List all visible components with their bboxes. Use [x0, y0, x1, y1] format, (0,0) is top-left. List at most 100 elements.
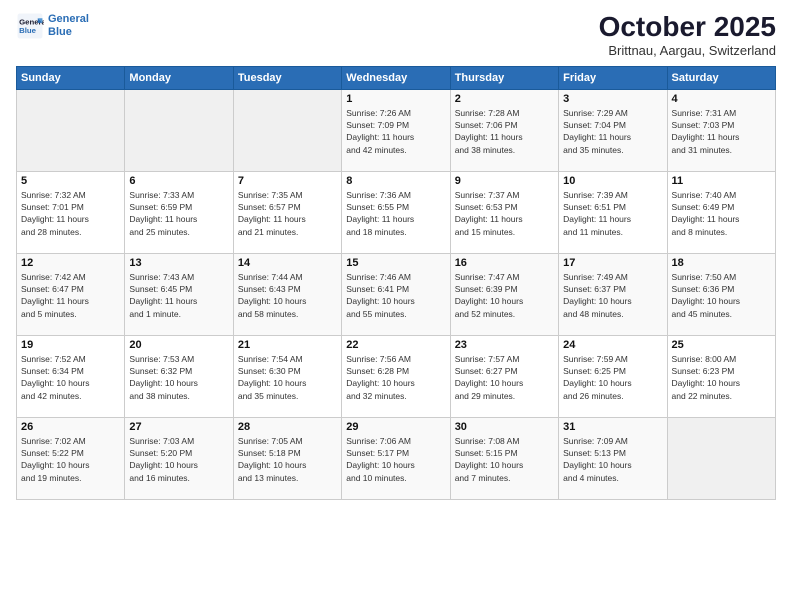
day-info: Sunrise: 7:05 AM Sunset: 5:18 PM Dayligh…	[238, 435, 337, 484]
calendar-cell	[17, 89, 125, 171]
day-info: Sunrise: 7:35 AM Sunset: 6:57 PM Dayligh…	[238, 189, 337, 238]
day-number: 27	[129, 421, 228, 433]
calendar-cell: 23Sunrise: 7:57 AM Sunset: 6:27 PM Dayli…	[450, 335, 558, 417]
day-info: Sunrise: 7:54 AM Sunset: 6:30 PM Dayligh…	[238, 353, 337, 402]
day-number: 9	[455, 175, 554, 187]
calendar-cell	[125, 89, 233, 171]
day-info: Sunrise: 7:56 AM Sunset: 6:28 PM Dayligh…	[346, 353, 445, 402]
calendar-cell: 31 Sunrise: 7:09 AM Sunset: 5:13 PM Dayli…	[559, 417, 667, 499]
calendar-cell: 2Sunrise: 7:28 AM Sunset: 7:06 PM Daylig…	[450, 89, 558, 171]
calendar-cell: 20Sunrise: 7:53 AM Sunset: 6:32 PM Dayli…	[125, 335, 233, 417]
day-number: 12	[21, 257, 120, 269]
day-number: 7	[238, 175, 337, 187]
day-info: Sunrise: 7:44 AM Sunset: 6:43 PM Dayligh…	[238, 271, 337, 320]
svg-text:Blue: Blue	[19, 26, 37, 35]
day-info: Sunrise: 7:42 AM Sunset: 6:47 PM Dayligh…	[21, 271, 120, 320]
title-block: October 2025 Brittnau, Aargau, Switzerla…	[599, 12, 776, 58]
day-number: 13	[129, 257, 228, 269]
calendar-cell: 8Sunrise: 7:36 AM Sunset: 6:55 PM Daylig…	[342, 171, 450, 253]
calendar-cell	[667, 417, 775, 499]
calendar-cell: 17 Sunrise: 7:49 AM Sunset: 6:37 PM Dayli…	[559, 253, 667, 335]
day-number: 16	[455, 257, 554, 269]
weekday-header-tuesday: Tuesday	[233, 66, 341, 89]
calendar-cell: 18 Sunrise: 7:50 AM Sunset: 6:36 PM Dayli…	[667, 253, 775, 335]
weekday-header-monday: Monday	[125, 66, 233, 89]
weekday-header-thursday: Thursday	[450, 66, 558, 89]
weekday-header-saturday: Saturday	[667, 66, 775, 89]
day-number: 19	[21, 339, 120, 351]
day-info: Sunrise: 7:37 AM Sunset: 6:53 PM Dayligh…	[455, 189, 554, 238]
day-info: Sunrise: 7:03 AM Sunset: 5:20 PM Dayligh…	[129, 435, 228, 484]
day-number: 17	[563, 257, 662, 269]
calendar-cell: 19 Sunrise: 7:52 AM Sunset: 6:34 PM Dayli…	[17, 335, 125, 417]
day-number: 30	[455, 421, 554, 433]
calendar-cell: 26Sunrise: 7:02 AM Sunset: 5:22 PM Dayli…	[17, 417, 125, 499]
day-info: Sunrise: 7:31 AM Sunset: 7:03 PM Dayligh…	[672, 107, 771, 156]
logo-text: General Blue	[48, 13, 89, 39]
day-number: 1	[346, 93, 445, 105]
calendar-cell: 29Sunrise: 7:06 AM Sunset: 5:17 PM Dayli…	[342, 417, 450, 499]
day-info: Sunrise: 7:52 AM Sunset: 6:34 PM Dayligh…	[21, 353, 120, 402]
calendar-cell	[233, 89, 341, 171]
calendar-cell: 12 Sunrise: 7:42 AM Sunset: 6:47 PM Dayli…	[17, 253, 125, 335]
day-number: 25	[672, 339, 771, 351]
day-number: 11	[672, 175, 771, 187]
day-number: 2	[455, 93, 554, 105]
day-info: Sunrise: 7:50 AM Sunset: 6:36 PM Dayligh…	[672, 271, 771, 320]
page-header: General Blue General Blue October 2025 B…	[16, 12, 776, 58]
day-number: 4	[672, 93, 771, 105]
location: Brittnau, Aargau, Switzerland	[599, 43, 776, 58]
day-info: Sunrise: 7:09 AM Sunset: 5:13 PM Dayligh…	[563, 435, 662, 484]
calendar-cell: 28 Sunrise: 7:05 AM Sunset: 5:18 PM Dayli…	[233, 417, 341, 499]
day-number: 3	[563, 93, 662, 105]
calendar-cell: 1Sunrise: 7:26 AM Sunset: 7:09 PM Daylig…	[342, 89, 450, 171]
day-info: Sunrise: 7:33 AM Sunset: 6:59 PM Dayligh…	[129, 189, 228, 238]
calendar-week-1: 1Sunrise: 7:26 AM Sunset: 7:09 PM Daylig…	[17, 89, 776, 171]
day-number: 18	[672, 257, 771, 269]
calendar-cell: 16Sunrise: 7:47 AM Sunset: 6:39 PM Dayli…	[450, 253, 558, 335]
day-number: 6	[129, 175, 228, 187]
day-info: Sunrise: 7:46 AM Sunset: 6:41 PM Dayligh…	[346, 271, 445, 320]
day-number: 10	[563, 175, 662, 187]
day-info: Sunrise: 7:40 AM Sunset: 6:49 PM Dayligh…	[672, 189, 771, 238]
day-info: Sunrise: 7:49 AM Sunset: 6:37 PM Dayligh…	[563, 271, 662, 320]
day-number: 23	[455, 339, 554, 351]
day-info: Sunrise: 7:29 AM Sunset: 7:04 PM Dayligh…	[563, 107, 662, 156]
calendar-week-3: 12 Sunrise: 7:42 AM Sunset: 6:47 PM Dayli…	[17, 253, 776, 335]
calendar-cell: 25Sunrise: 8:00 AM Sunset: 6:23 PM Dayli…	[667, 335, 775, 417]
day-info: Sunrise: 7:43 AM Sunset: 6:45 PM Dayligh…	[129, 271, 228, 320]
day-number: 28	[238, 421, 337, 433]
calendar-cell: 15Sunrise: 7:46 AM Sunset: 6:41 PM Dayli…	[342, 253, 450, 335]
calendar-cell: 11 Sunrise: 7:40 AM Sunset: 6:49 PM Dayli…	[667, 171, 775, 253]
calendar-week-5: 26Sunrise: 7:02 AM Sunset: 5:22 PM Dayli…	[17, 417, 776, 499]
day-info: Sunrise: 7:06 AM Sunset: 5:17 PM Dayligh…	[346, 435, 445, 484]
calendar-week-2: 5 Sunrise: 7:32 AM Sunset: 7:01 PM Daylig…	[17, 171, 776, 253]
calendar-cell: 9 Sunrise: 7:37 AM Sunset: 6:53 PM Daylig…	[450, 171, 558, 253]
calendar-cell: 24Sunrise: 7:59 AM Sunset: 6:25 PM Dayli…	[559, 335, 667, 417]
calendar-cell: 7 Sunrise: 7:35 AM Sunset: 6:57 PM Daylig…	[233, 171, 341, 253]
day-info: Sunrise: 7:08 AM Sunset: 5:15 PM Dayligh…	[455, 435, 554, 484]
calendar-cell: 6 Sunrise: 7:33 AM Sunset: 6:59 PM Daylig…	[125, 171, 233, 253]
day-number: 20	[129, 339, 228, 351]
day-number: 22	[346, 339, 445, 351]
calendar-cell: 14 Sunrise: 7:44 AM Sunset: 6:43 PM Dayli…	[233, 253, 341, 335]
calendar-cell: 10 Sunrise: 7:39 AM Sunset: 6:51 PM Dayli…	[559, 171, 667, 253]
calendar-cell: 3 Sunrise: 7:29 AM Sunset: 7:04 PM Daylig…	[559, 89, 667, 171]
weekday-header-row: SundayMondayTuesdayWednesdayThursdayFrid…	[17, 66, 776, 89]
day-info: Sunrise: 7:39 AM Sunset: 6:51 PM Dayligh…	[563, 189, 662, 238]
day-info: Sunrise: 7:32 AM Sunset: 7:01 PM Dayligh…	[21, 189, 120, 238]
calendar-cell: 13 Sunrise: 7:43 AM Sunset: 6:45 PM Dayli…	[125, 253, 233, 335]
calendar-table: SundayMondayTuesdayWednesdayThursdayFrid…	[16, 66, 776, 500]
day-info: Sunrise: 7:36 AM Sunset: 6:55 PM Dayligh…	[346, 189, 445, 238]
logo: General Blue General Blue	[16, 12, 89, 40]
calendar-cell: 21Sunrise: 7:54 AM Sunset: 6:30 PM Dayli…	[233, 335, 341, 417]
day-number: 31	[563, 421, 662, 433]
day-number: 14	[238, 257, 337, 269]
logo-icon: General Blue	[16, 12, 44, 40]
day-number: 26	[21, 421, 120, 433]
day-number: 5	[21, 175, 120, 187]
weekday-header-sunday: Sunday	[17, 66, 125, 89]
weekday-header-friday: Friday	[559, 66, 667, 89]
calendar-week-4: 19 Sunrise: 7:52 AM Sunset: 6:34 PM Dayli…	[17, 335, 776, 417]
calendar-cell: 5 Sunrise: 7:32 AM Sunset: 7:01 PM Daylig…	[17, 171, 125, 253]
